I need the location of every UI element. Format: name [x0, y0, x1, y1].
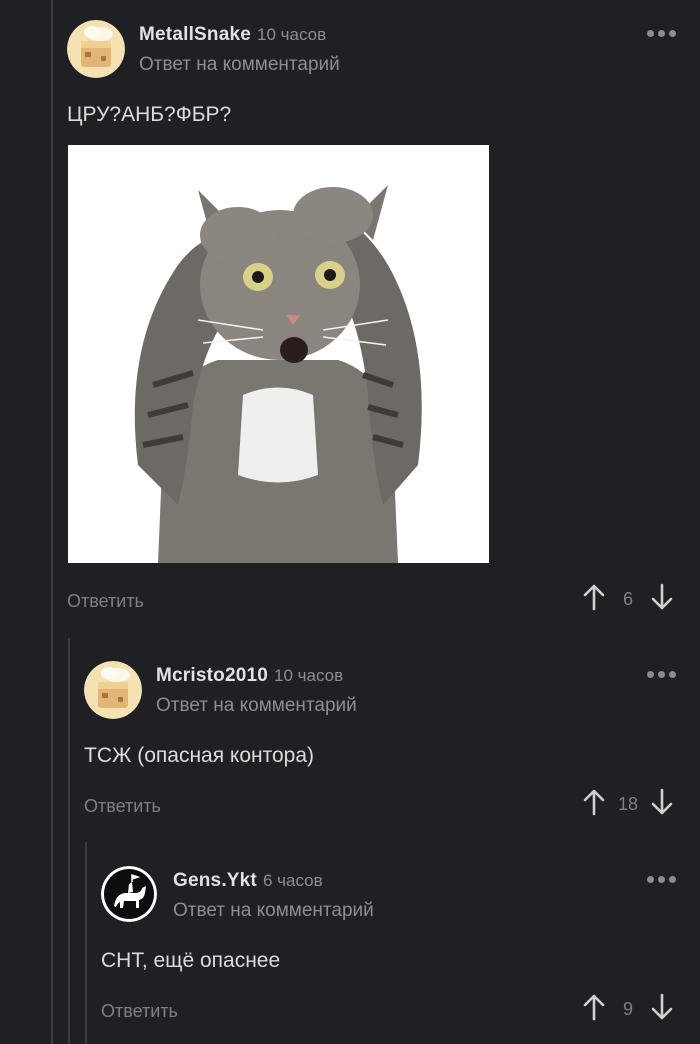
vote-controls: 18	[582, 788, 674, 821]
comment: Gens.Ykt 6 часов Ответ на комментарий СНТ…	[101, 866, 700, 1036]
reply-button[interactable]: Ответить	[101, 1001, 178, 1022]
horse-rider-avatar-icon[interactable]	[101, 866, 157, 922]
author-name[interactable]: Gens.Ykt	[173, 870, 257, 891]
thread-line	[51, 0, 53, 1044]
comment-text: ЦРУ?АНБ?ФБР?	[67, 103, 232, 126]
comment: Mcristo2010 10 часов Ответ на комментарий…	[84, 661, 700, 831]
cake-avatar-icon[interactable]	[67, 20, 125, 78]
thread-line	[68, 638, 70, 1044]
comment-header: MetallSnake 10 часов Ответ на комментарий	[67, 20, 700, 84]
comment-text: ТСЖ (опасная контора)	[84, 744, 315, 767]
comment-meta: MetallSnake 10 часов Ответ на комментарий	[139, 24, 340, 76]
timestamp: 10 часов	[257, 25, 327, 44]
cake-avatar-icon[interactable]	[84, 661, 142, 719]
vote-count: 9	[622, 999, 633, 1019]
vote-controls: 9	[582, 993, 674, 1026]
downvote-arrow-icon[interactable]	[650, 583, 674, 616]
reply-to-link[interactable]: Ответ на комментарий	[139, 54, 340, 76]
reply-button[interactable]: Ответить	[84, 796, 161, 817]
comment-header: Gens.Ykt 6 часов Ответ на комментарий	[101, 866, 700, 930]
vote-controls: 6	[582, 583, 674, 616]
vote-count: 6	[622, 589, 633, 609]
upvote-arrow-icon[interactable]	[582, 993, 606, 1026]
upvote-arrow-icon[interactable]	[582, 583, 606, 616]
comment-meta: Mcristo2010 10 часов Ответ на комментарий	[156, 665, 357, 717]
scared-cat-image[interactable]	[68, 145, 489, 563]
more-options-icon[interactable]	[647, 671, 676, 678]
comment-header: Mcristo2010 10 часов Ответ на комментарий	[84, 661, 700, 725]
reply-to-link[interactable]: Ответ на комментарий	[173, 900, 374, 922]
comment-actions: Ответить 9	[101, 993, 700, 1031]
downvote-arrow-icon[interactable]	[650, 788, 674, 821]
timestamp: 6 часов	[262, 871, 323, 890]
more-options-icon[interactable]	[647, 876, 676, 883]
thread-line	[85, 842, 87, 1044]
reply-button[interactable]: Ответить	[67, 591, 144, 612]
comment-actions: Ответить 6	[67, 583, 700, 621]
author-name[interactable]: Mcristo2010	[156, 665, 268, 686]
comment-meta: Gens.Ykt 6 часов Ответ на комментарий	[173, 870, 374, 922]
comment-actions: Ответить 18	[84, 788, 700, 826]
more-options-icon[interactable]	[647, 30, 676, 37]
vote-count: 18	[617, 794, 639, 814]
timestamp: 10 часов	[274, 666, 344, 685]
upvote-arrow-icon[interactable]	[582, 788, 606, 821]
reply-to-link[interactable]: Ответ на комментарий	[156, 695, 357, 717]
author-name[interactable]: MetallSnake	[139, 24, 251, 45]
downvote-arrow-icon[interactable]	[650, 993, 674, 1026]
comment-text: СНТ, ещё опаснее	[101, 949, 281, 972]
